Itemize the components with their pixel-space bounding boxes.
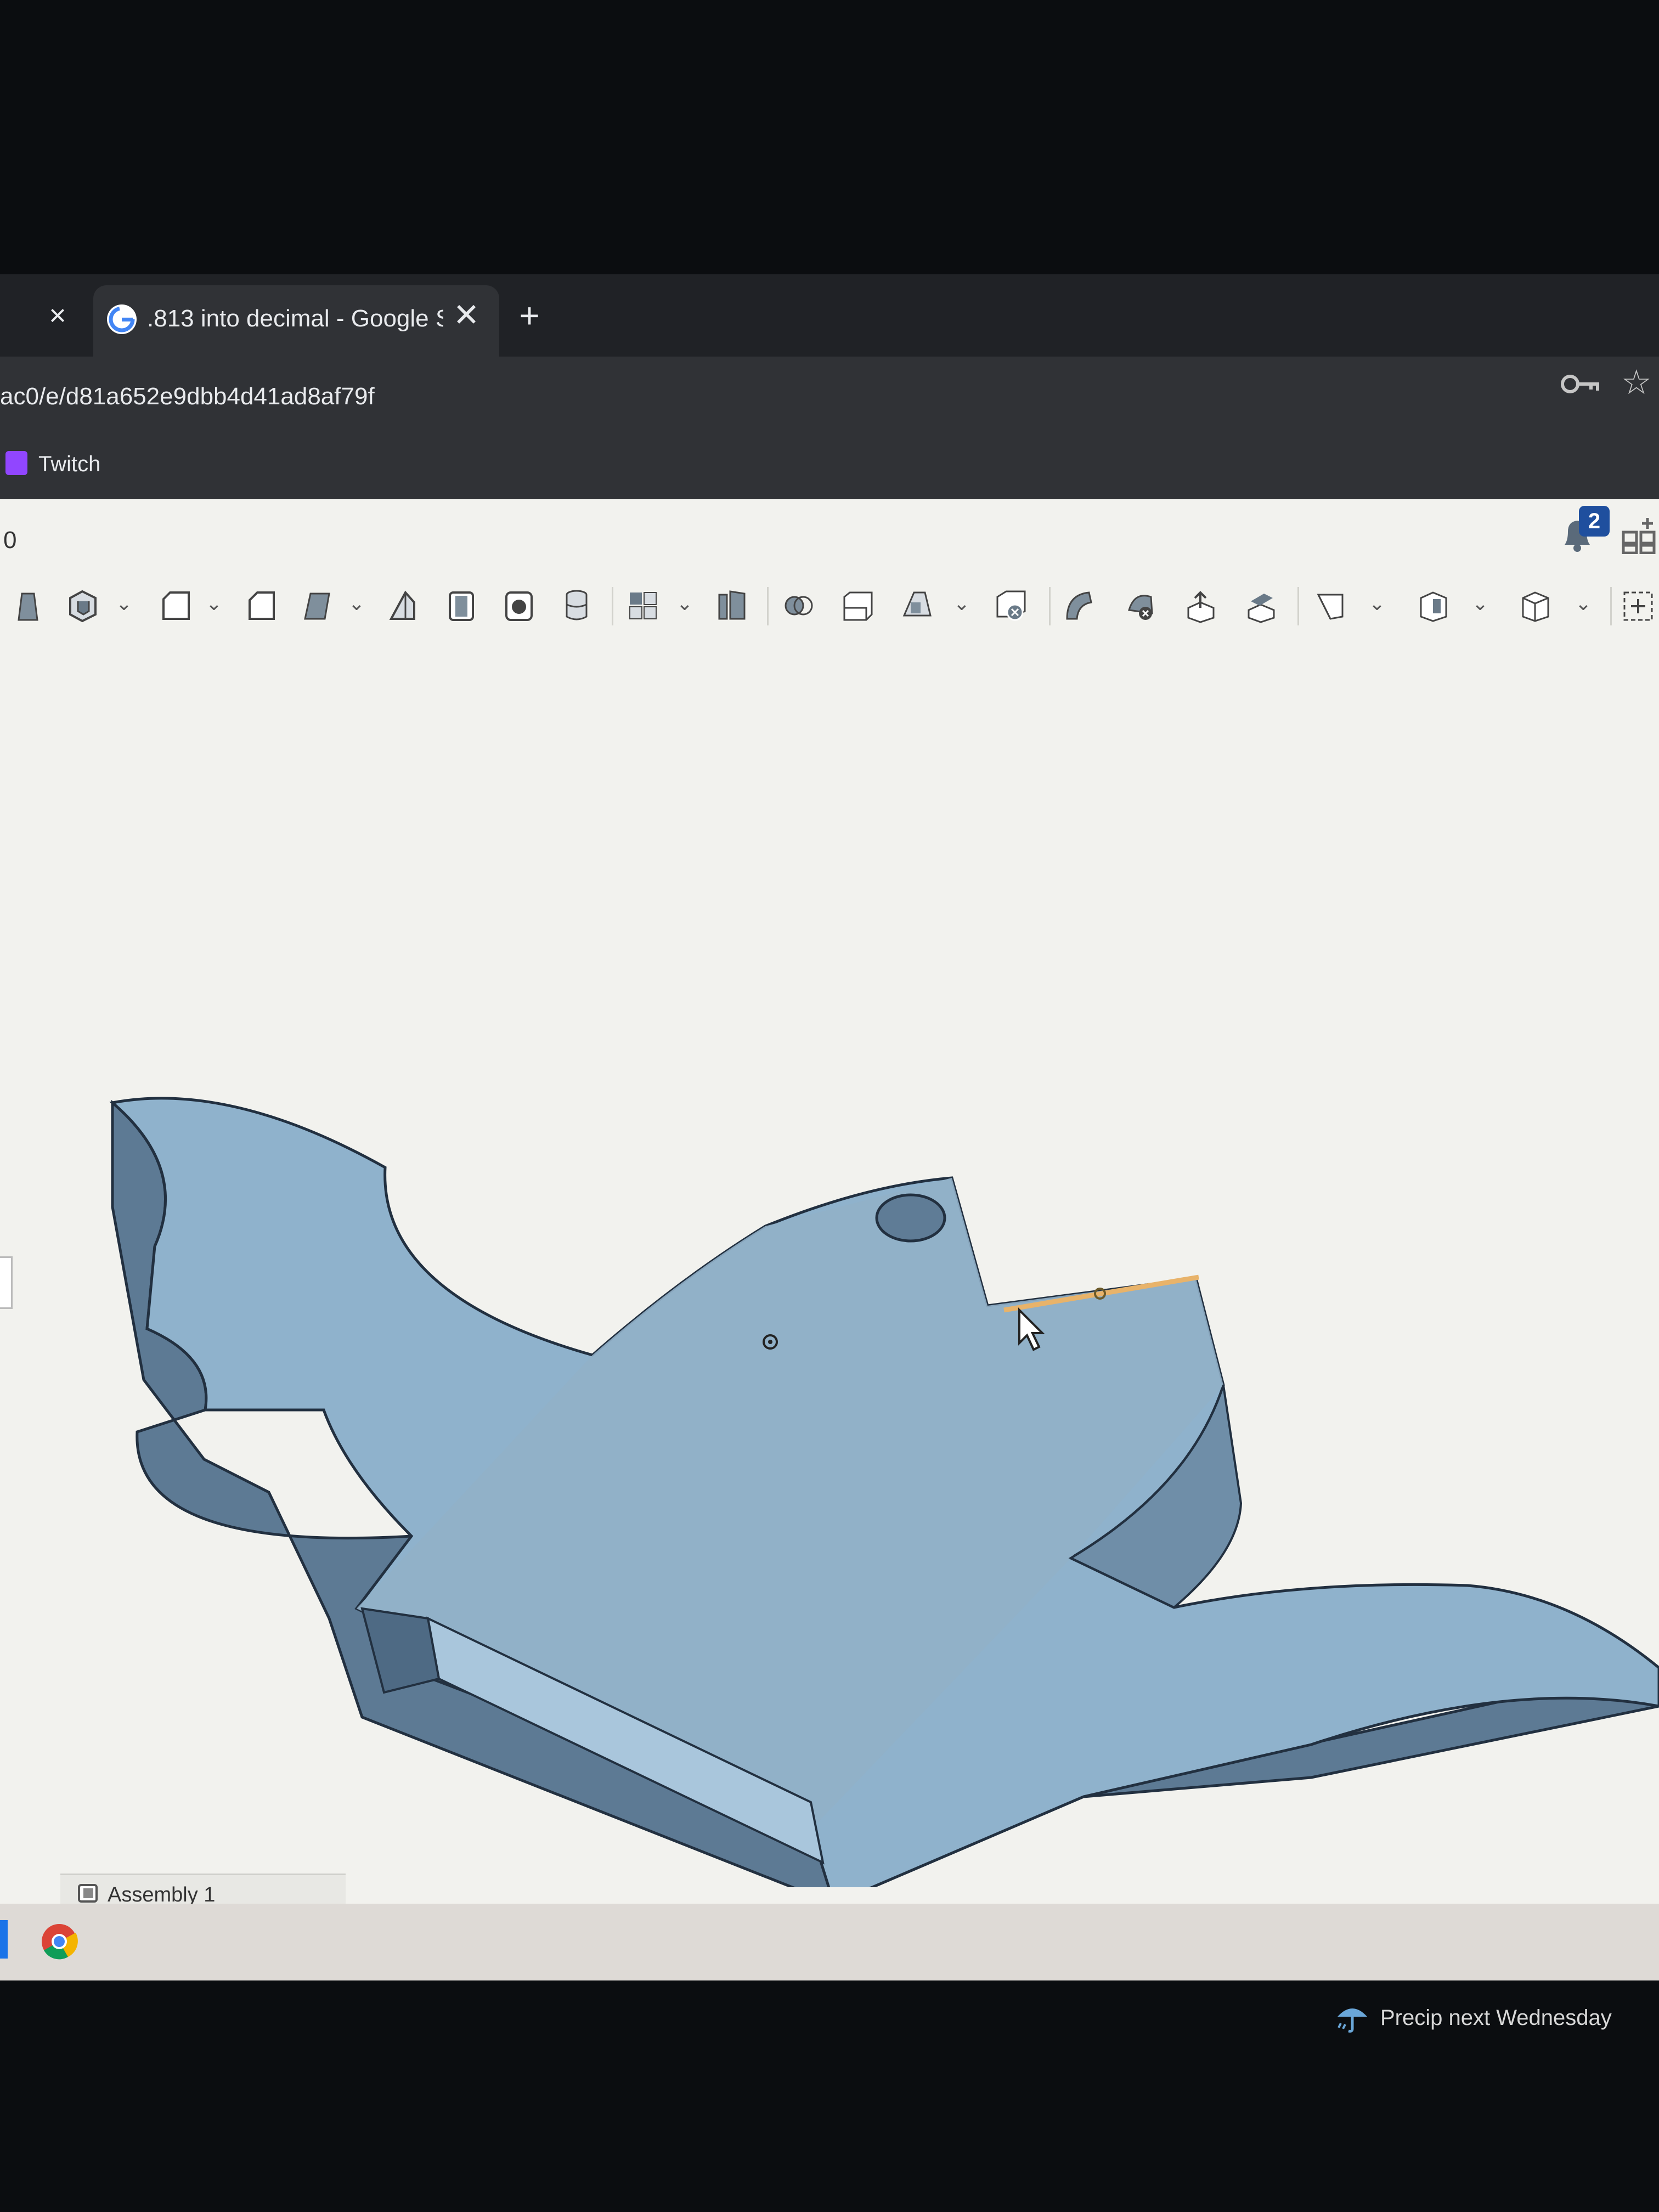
bat-model[interactable] [0,647,1659,1906]
revolve-icon[interactable] [66,586,100,625]
toolbar-separator [1610,587,1612,625]
chevron-down-icon[interactable]: ⌄ [1573,592,1593,614]
sweep-icon[interactable] [159,586,193,625]
delete-part-icon[interactable] [1184,586,1218,625]
transform-icon[interactable] [1124,586,1158,625]
chrome-icon[interactable] [40,1922,79,1961]
bookmark-star-icon[interactable]: ☆ [1621,365,1657,401]
linear-pattern-icon[interactable] [841,586,875,625]
tab-close-button[interactable]: ✕ [450,299,483,332]
thread-icon[interactable] [782,586,816,625]
mirror-icon[interactable] [900,586,934,625]
tab-title: .813 into decimal - Google Sea [147,305,443,332]
toolbar-separator [1049,587,1051,625]
shell-icon[interactable] [627,586,661,625]
chamfer-icon[interactable] [444,586,478,625]
extrude-icon[interactable] [11,586,45,625]
weather-umbrella-icon[interactable] [1333,1997,1372,2035]
thicken-icon[interactable] [301,586,335,625]
twitch-icon [5,451,27,475]
hole-icon[interactable] [715,586,749,625]
loft-icon[interactable] [244,586,278,625]
chevron-down-icon[interactable]: ⌄ [204,592,224,614]
split-icon[interactable] [1062,586,1096,625]
feature-list-collapse-handle[interactable] [0,1256,13,1309]
rib-icon[interactable] [560,586,594,625]
add-feature-icon[interactable] [1621,586,1655,625]
app-store-grid-icon[interactable] [1621,516,1657,555]
tab-close-button-previous[interactable]: × [44,301,71,330]
replace-face-icon[interactable] [1519,586,1553,625]
model-hole [875,1193,946,1243]
toolbar-separator [612,587,613,625]
fillet-icon[interactable] [387,586,421,625]
modify-fillet-icon[interactable] [1244,586,1278,625]
bookmarks-bar [0,422,1659,501]
boolean-icon[interactable] [994,586,1028,625]
chevron-down-icon[interactable]: ⌄ [1470,592,1490,614]
3d-viewport[interactable] [0,647,1659,1906]
document-label-fragment: 0 [3,527,17,554]
password-key-icon[interactable] [1558,368,1602,400]
chevron-down-icon[interactable]: ⌄ [952,592,972,614]
google-favicon-icon [107,304,137,334]
notification-count-badge: 2 [1579,506,1610,537]
chevron-down-icon[interactable]: ⌄ [114,592,134,614]
chevron-down-icon[interactable]: ⌄ [675,592,695,614]
draft-icon[interactable] [502,586,536,625]
new-tab-button[interactable]: + [510,296,549,335]
toolbar-separator [767,587,769,625]
delete-face-icon[interactable] [1314,586,1348,625]
bookmark-twitch[interactable]: Twitch [38,449,148,479]
chevron-down-icon[interactable]: ⌄ [1367,592,1387,614]
taskbar-item-edge[interactable] [0,1920,8,1959]
taskbar [0,1904,1659,1980]
url-text[interactable]: ac0/e/d81a652e9dbb4d41ad8af79f [0,377,494,416]
weather-forecast-text[interactable]: Precip next Wednesday [1380,2000,1655,2036]
chevron-down-icon[interactable]: ⌄ [347,592,366,614]
assembly-icon [76,1881,101,1906]
toolbar-separator [1297,587,1299,625]
move-face-icon[interactable] [1417,586,1451,625]
